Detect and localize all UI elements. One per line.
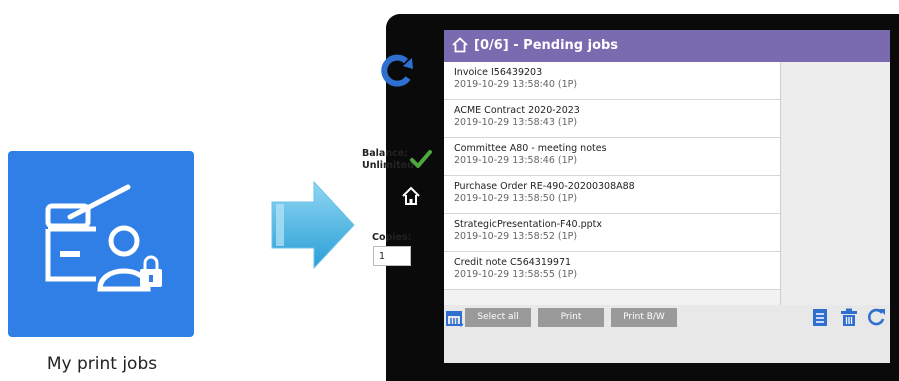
page-title: [0/6] - Pending jobs (474, 38, 619, 53)
arrow-right-icon (271, 180, 355, 270)
list-item[interactable]: StrategicPresentation-F40.pptx 2019-10-2… (444, 214, 780, 252)
brand-logo-icon (381, 54, 413, 87)
select-all-button[interactable]: Select all (465, 308, 531, 327)
job-title: StrategicPresentation-F40.pptx (454, 219, 603, 230)
printer-screen: [0/6] - Pending jobs Invoice I56439203 2… (444, 30, 890, 363)
home-icon[interactable] (401, 186, 421, 206)
list-item[interactable]: Committee A80 - meeting notes 2019-10-29… (444, 138, 780, 176)
list-item[interactable]: Purchase Order RE-490-20200308A88 2019-1… (444, 176, 780, 214)
list-item[interactable]: Invoice I56439203 2019-10-29 13:58:40 (1… (444, 62, 780, 100)
side-panel (781, 62, 890, 305)
job-detail: 2019-10-29 13:58:40 (1P) (454, 79, 578, 90)
list-item[interactable]: Credit note C564319971 2019-10-29 13:58:… (444, 252, 780, 290)
printer-user-lock-icon (45, 184, 162, 292)
bottom-toolbar: Select all Print Print B/W (444, 305, 890, 329)
print-bw-button[interactable]: Print B/W (611, 308, 677, 327)
job-detail: 2019-10-29 13:58:46 (1P) (454, 155, 578, 166)
job-detail: 2019-10-29 13:58:50 (1P) (454, 193, 578, 204)
list-item[interactable]: ACME Contract 2020-2023 2019-10-29 13:58… (444, 100, 780, 138)
calendar-sort-icon[interactable] (446, 308, 464, 327)
home-icon[interactable] (452, 37, 468, 53)
job-detail: 2019-10-29 13:58:43 (1P) (454, 117, 578, 128)
balance-info: Balance: Unlimited (362, 148, 414, 172)
job-detail: 2019-10-29 13:58:55 (1P) (454, 269, 578, 280)
job-title: Invoice I56439203 (454, 67, 543, 78)
trash-icon[interactable] (840, 308, 858, 327)
document-icon[interactable] (812, 308, 828, 327)
job-list: Invoice I56439203 2019-10-29 13:58:40 (1… (444, 62, 781, 305)
print-button[interactable]: Print (538, 308, 604, 327)
job-title: Committee A80 - meeting notes (454, 143, 607, 154)
my-print-jobs-tile[interactable] (8, 151, 194, 337)
copies-input[interactable]: 1 (373, 246, 411, 266)
job-title: Purchase Order RE-490-20200308A88 (454, 181, 635, 192)
balance-label: Balance: (362, 148, 408, 159)
copies-label: Copies: (372, 232, 412, 243)
balance-value: Unlimited (362, 160, 414, 171)
job-title: Credit note C564319971 (454, 257, 572, 268)
title-bar: [0/6] - Pending jobs (444, 30, 890, 62)
checkmark-icon (410, 150, 432, 168)
app-tile-label: My print jobs (46, 354, 158, 374)
refresh-icon[interactable] (866, 307, 886, 327)
job-detail: 2019-10-29 13:58:52 (1P) (454, 231, 578, 242)
job-title: ACME Contract 2020-2023 (454, 105, 580, 116)
